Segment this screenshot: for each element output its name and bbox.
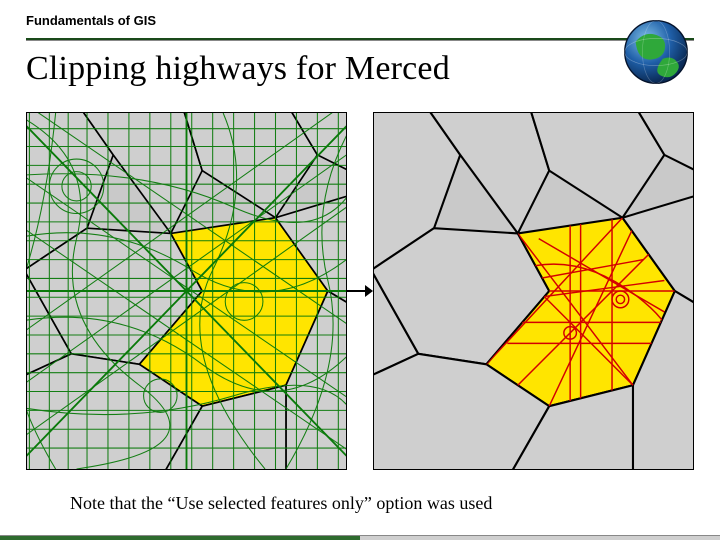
map-after	[373, 112, 694, 470]
globe-icon	[622, 18, 690, 86]
footer-divider	[0, 536, 720, 540]
transition-arrow-gap	[347, 112, 373, 470]
slide-header: Fundamentals of GIS	[26, 12, 694, 36]
map-before	[26, 112, 347, 470]
header-label: Fundamentals of GIS	[26, 13, 156, 28]
arrow-right-icon	[347, 271, 373, 311]
page-title: Clipping highways for Merced	[26, 50, 450, 88]
header-divider	[26, 38, 694, 41]
map-comparison-row	[26, 112, 694, 470]
footnote: Note that the “Use selected features onl…	[70, 493, 492, 514]
